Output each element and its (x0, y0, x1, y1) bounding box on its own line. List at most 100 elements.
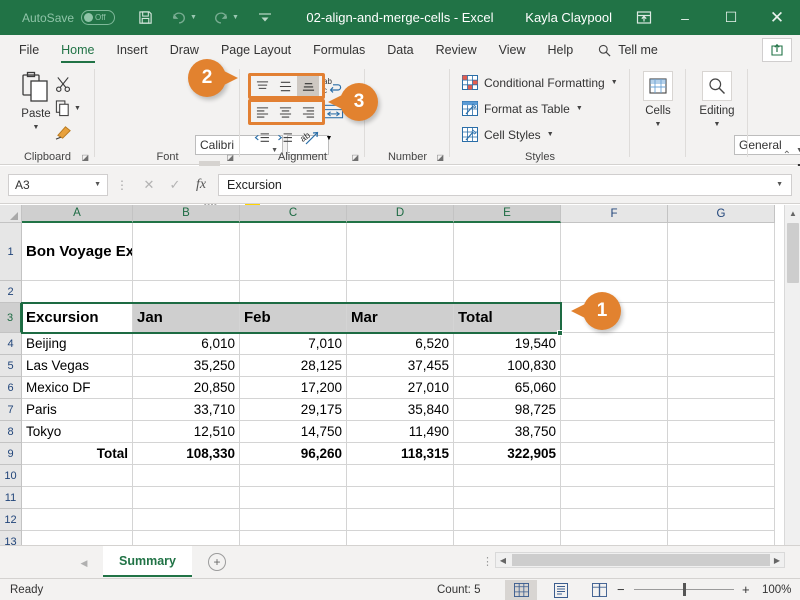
save-icon[interactable] (135, 6, 155, 30)
cell-e8[interactable]: 38,750 (454, 421, 561, 443)
ribbon-display-options-icon[interactable] (634, 6, 654, 30)
cell-f11[interactable] (561, 487, 668, 509)
zoom-level-label[interactable]: 100% (762, 584, 791, 596)
cell-e12[interactable] (454, 509, 561, 531)
row-header-1[interactable]: 1 (0, 223, 22, 281)
cell-a1[interactable]: Bon Voyage Excursions (22, 223, 133, 281)
row-header-12[interactable]: 12 (0, 509, 22, 531)
paste-dropdown-caret[interactable]: ▼ (33, 124, 40, 131)
cell-b4[interactable]: 6,010 (133, 333, 240, 355)
cell-e2[interactable] (454, 281, 561, 303)
row-header-4[interactable]: 4 (0, 333, 22, 355)
cell-g5[interactable] (668, 355, 775, 377)
cell-a12[interactable] (22, 509, 133, 531)
cell-d11[interactable] (347, 487, 454, 509)
cell-b12[interactable] (133, 509, 240, 531)
cell-c10[interactable] (240, 465, 347, 487)
column-header-c[interactable]: C (240, 205, 347, 223)
increase-indent-button[interactable] (274, 128, 296, 148)
undo-icon[interactable] (169, 6, 189, 30)
page-layout-view-button[interactable] (545, 580, 577, 600)
cell-b7[interactable]: 33,710 (133, 399, 240, 421)
cell-f8[interactable] (561, 421, 668, 443)
redo-icon[interactable] (211, 6, 231, 30)
scroll-left-arrow[interactable]: ◀ (496, 553, 510, 567)
cell-g6[interactable] (668, 377, 775, 399)
cell-f12[interactable] (561, 509, 668, 531)
page-break-preview-button[interactable] (583, 580, 615, 600)
editing-button[interactable]: Editing ▼ (690, 71, 744, 128)
cell-styles-button[interactable]: Cell Styles ▼ (462, 127, 554, 142)
tab-insert[interactable]: Insert (106, 35, 159, 65)
cell-a9[interactable]: Total (22, 443, 133, 465)
column-header-e[interactable]: E (454, 205, 561, 223)
chevron-down-icon[interactable]: ▼ (576, 105, 583, 112)
customize-quick-access-icon[interactable] (255, 6, 275, 30)
cell-g7[interactable] (668, 399, 775, 421)
cell-f10[interactable] (561, 465, 668, 487)
cell-e11[interactable] (454, 487, 561, 509)
redo-dropdown-caret[interactable]: ▼ (232, 14, 239, 21)
chevron-down-icon[interactable]: ▼ (611, 79, 618, 86)
conditional-formatting-button[interactable]: Conditional Formatting ▼ (462, 75, 618, 90)
autosave-toggle[interactable]: AutoSave Off (22, 10, 115, 25)
cell-g10[interactable] (668, 465, 775, 487)
cell-b8[interactable]: 12,510 (133, 421, 240, 443)
cell-c11[interactable] (240, 487, 347, 509)
row-header-3[interactable]: 3 (0, 303, 22, 333)
normal-view-button[interactable] (505, 580, 537, 600)
column-header-a[interactable]: A (22, 205, 133, 223)
cell-a8[interactable]: Tokyo (22, 421, 133, 443)
cell-e6[interactable]: 65,060 (454, 377, 561, 399)
confirm-entry-button[interactable]: ✓ (162, 174, 188, 196)
tab-home[interactable]: Home (50, 35, 105, 65)
previous-sheet-icon[interactable]: ◀ (75, 554, 93, 572)
cell-e10[interactable] (454, 465, 561, 487)
column-header-b[interactable]: B (133, 205, 240, 223)
cell-f4[interactable] (561, 333, 668, 355)
cell-c7[interactable]: 29,175 (240, 399, 347, 421)
cell-b3[interactable]: Jan (133, 303, 240, 333)
number-dialog-launcher[interactable]: ◪ (436, 153, 444, 162)
user-account-name[interactable]: Kayla Claypool (525, 10, 612, 25)
cell-d6[interactable]: 27,010 (347, 377, 454, 399)
cell-a4[interactable]: Beijing (22, 333, 133, 355)
cell-e7[interactable]: 98,725 (454, 399, 561, 421)
vertical-scroll-thumb[interactable] (787, 223, 799, 283)
cell-g11[interactable] (668, 487, 775, 509)
cells-dropdown-caret[interactable]: ▼ (655, 121, 662, 128)
tab-formulas[interactable]: Formulas (302, 35, 376, 65)
cell-b9[interactable]: 108,330 (133, 443, 240, 465)
cell-a3[interactable]: Excursion (22, 303, 133, 333)
cell-c1[interactable] (240, 223, 347, 281)
cell-b5[interactable]: 35,250 (133, 355, 240, 377)
cell-g12[interactable] (668, 509, 775, 531)
row-header-5[interactable]: 5 (0, 355, 22, 377)
tab-review[interactable]: Review (425, 35, 488, 65)
cell-f7[interactable] (561, 399, 668, 421)
minimize-button[interactable]: – (662, 0, 708, 35)
row-header-6[interactable]: 6 (0, 377, 22, 399)
column-header-f[interactable]: F (561, 205, 668, 223)
maximize-button[interactable]: ☐ (708, 0, 754, 35)
editing-dropdown-caret[interactable]: ▼ (714, 121, 721, 128)
orientation-dropdown-caret[interactable]: ▼ (323, 128, 335, 148)
orientation-button[interactable]: ab (298, 126, 322, 150)
column-header-g[interactable]: G (668, 205, 775, 223)
horizontal-scrollbar[interactable]: ◀ ▶ (495, 552, 785, 568)
cell-d4[interactable]: 6,520 (347, 333, 454, 355)
cell-c2[interactable] (240, 281, 347, 303)
zoom-in-button[interactable]: + (742, 582, 750, 597)
cell-g3[interactable] (668, 303, 775, 333)
cell-c6[interactable]: 17,200 (240, 377, 347, 399)
copy-dropdown-caret[interactable]: ▼ (74, 105, 81, 112)
cancel-entry-button[interactable]: ✕ (136, 174, 162, 196)
cell-e4[interactable]: 19,540 (454, 333, 561, 355)
row-header-2[interactable]: 2 (0, 281, 22, 303)
cell-c9[interactable]: 96,260 (240, 443, 347, 465)
cell-f1[interactable] (561, 223, 668, 281)
decrease-indent-button[interactable] (251, 128, 273, 148)
row-header-8[interactable]: 8 (0, 421, 22, 443)
tell-me-box[interactable]: Tell me (598, 43, 658, 57)
cell-d2[interactable] (347, 281, 454, 303)
